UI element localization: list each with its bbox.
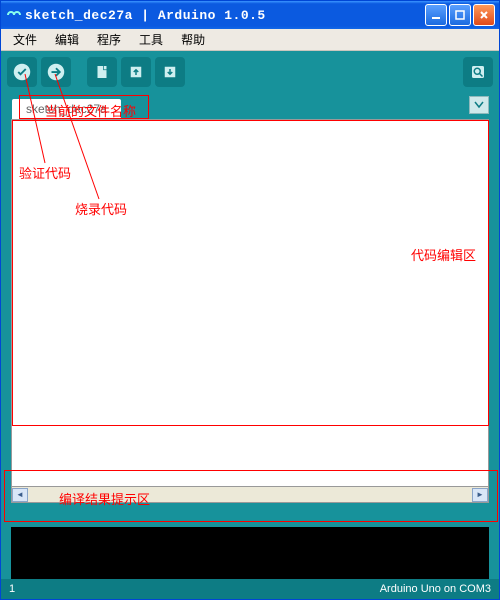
- menu-help[interactable]: 帮助: [173, 29, 213, 50]
- maximize-button[interactable]: [449, 4, 471, 26]
- tabbar: sketch_dec27a: [1, 93, 499, 119]
- window-buttons: [425, 4, 495, 26]
- code-editor[interactable]: [11, 119, 489, 487]
- titlebar: sketch_dec27a | Arduino 1.0.5: [1, 1, 499, 29]
- menu-edit[interactable]: 编辑: [47, 29, 87, 50]
- statusbar: 1 Arduino Uno on COM3: [1, 579, 499, 599]
- menu-sketch[interactable]: 程序: [89, 29, 129, 50]
- new-button[interactable]: [87, 57, 117, 87]
- line-number: 1: [9, 583, 15, 595]
- console-output[interactable]: [1, 525, 499, 579]
- toolbar: [1, 51, 499, 93]
- board-info: Arduino Uno on COM3: [380, 583, 491, 595]
- window-title: sketch_dec27a | Arduino 1.0.5: [25, 8, 425, 23]
- menubar: 文件 编辑 程序 工具 帮助: [1, 29, 499, 51]
- close-button[interactable]: [473, 4, 495, 26]
- serial-monitor-button[interactable]: [463, 57, 493, 87]
- menu-tools[interactable]: 工具: [131, 29, 171, 50]
- message-bar: [1, 503, 499, 525]
- save-button[interactable]: [155, 57, 185, 87]
- scroll-right-button[interactable]: ►: [472, 488, 488, 502]
- menu-file[interactable]: 文件: [5, 29, 45, 50]
- sketch-tab[interactable]: sketch_dec27a: [11, 98, 122, 119]
- app-window: sketch_dec27a | Arduino 1.0.5 文件 编辑 程序 工…: [0, 0, 500, 600]
- horizontal-scrollbar[interactable]: ◄ ►: [11, 487, 489, 503]
- open-button[interactable]: [121, 57, 151, 87]
- tab-menu-button[interactable]: [469, 96, 489, 114]
- editor-container: ◄ ►: [1, 119, 499, 503]
- scroll-left-button[interactable]: ◄: [12, 488, 28, 502]
- upload-button[interactable]: [41, 57, 71, 87]
- verify-button[interactable]: [7, 57, 37, 87]
- minimize-button[interactable]: [425, 4, 447, 26]
- arduino-icon: [5, 7, 21, 23]
